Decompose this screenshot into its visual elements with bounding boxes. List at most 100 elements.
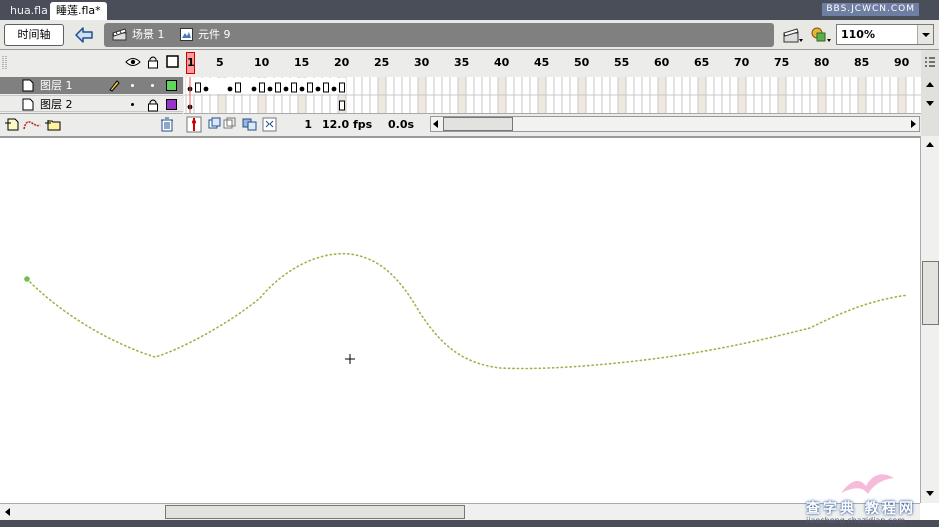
end-frame-marker <box>235 82 241 93</box>
breadcrumb-scene[interactable]: 场景 1 <box>132 23 165 47</box>
frames-grid[interactable] <box>184 77 921 113</box>
breadcrumb: 场景 1 元件 9 <box>104 23 774 47</box>
lock-icon[interactable] <box>147 98 159 112</box>
end-frame-marker <box>259 82 265 93</box>
layer-tools <box>0 113 183 135</box>
modify-onion-markers-icon[interactable] <box>262 117 278 132</box>
keyframe-dot <box>267 86 273 92</box>
ruler-label: 20 <box>334 56 350 69</box>
ruler-label: 65 <box>694 56 710 69</box>
registration-crosshair-icon[interactable] <box>345 354 355 364</box>
timeline-vertical-scrollbar[interactable] <box>921 50 939 136</box>
ruler-label: 90 <box>894 56 910 69</box>
frame-rate[interactable]: 12.0 fps <box>322 116 378 134</box>
path-start-point[interactable] <box>24 276 30 282</box>
ruler-label: 70 <box>734 56 750 69</box>
layer-row-1[interactable]: 图层 1 <box>0 77 183 94</box>
lock-icon[interactable] <box>147 55 159 69</box>
ruler-label: 75 <box>774 56 790 69</box>
arrow-up-icon[interactable] <box>925 80 935 90</box>
timeline-toggle-button[interactable]: 时间轴 <box>4 24 64 46</box>
edit-symbol-icon[interactable] <box>808 24 834 46</box>
arrow-left-icon[interactable] <box>4 508 12 516</box>
scroll-thumb[interactable] <box>165 505 465 519</box>
scroll-thumb[interactable] <box>443 117 513 131</box>
end-frame-marker <box>339 82 345 93</box>
watermark-url: jiaocheng.chazidian.com <box>806 516 906 525</box>
ruler-label: 1 <box>187 56 195 69</box>
arrow-down-icon[interactable] <box>925 98 935 108</box>
ruler-label: 40 <box>494 56 510 69</box>
current-frame: 1 <box>304 118 312 131</box>
timeline-options-icon[interactable] <box>924 56 936 70</box>
end-frame-marker <box>291 82 297 93</box>
keyframe-dot <box>315 86 321 92</box>
layer-page-icon <box>22 79 34 92</box>
arrow-right-icon[interactable] <box>909 120 917 128</box>
timeline-status-bar: 1 12.0 fps 0.0s <box>184 113 921 135</box>
end-frame-marker <box>339 100 345 111</box>
ruler-label: 55 <box>614 56 630 69</box>
layer-outline-color[interactable] <box>166 99 177 110</box>
keyframe-dot <box>283 86 289 92</box>
motion-guide-path[interactable] <box>26 252 909 370</box>
ruler-label: 45 <box>534 56 550 69</box>
breadcrumb-symbol[interactable]: 元件 9 <box>198 23 231 47</box>
edit-multiple-frames-icon[interactable] <box>242 117 258 132</box>
edit-scene-icon[interactable] <box>780 24 806 46</box>
edit-bar: 时间轴 场景 1 元件 9 110% <box>0 20 939 50</box>
eye-icon[interactable] <box>125 57 141 67</box>
ruler-label: 15 <box>294 56 310 69</box>
pencil-icon <box>109 80 120 92</box>
arrow-left-icon[interactable] <box>432 120 440 128</box>
watermark-top: BBS.JCWCN.COM <box>822 3 919 16</box>
document-tab-bar: hua.fla 睡莲.fla* BBS.JCWCN.COM <box>0 0 939 20</box>
watermark-bottom: 查字典 教程网 jiaocheng.chazidian.com <box>800 474 936 527</box>
ruler-label: 35 <box>454 56 470 69</box>
add-motion-guide-icon[interactable] <box>22 117 42 131</box>
watermark-bird-logo-icon <box>841 474 894 494</box>
stage-vertical-scrollbar[interactable] <box>920 136 939 503</box>
lock-dot-icon[interactable] <box>150 83 155 88</box>
visibility-dot-icon[interactable] <box>130 83 135 88</box>
layer-row-2[interactable]: 图层 2 <box>0 95 183 112</box>
layer-header <box>0 50 183 76</box>
stage-horizontal-scrollbar[interactable] <box>0 503 920 520</box>
ruler-label: 5 <box>216 56 224 69</box>
bottom-panel-strip <box>0 520 939 527</box>
keyframe-dot <box>331 86 337 92</box>
layer-outline-color[interactable] <box>166 80 177 91</box>
onion-skin-icons[interactable] <box>208 117 238 132</box>
timeline-panel: 图层 1 图层 2 1 5 10 15 20 25 30 35 40 45 50… <box>0 50 939 136</box>
end-frame-marker <box>275 82 281 93</box>
keyframe-dot <box>299 86 305 92</box>
ruler-label: 30 <box>414 56 430 69</box>
end-frame-marker <box>307 82 313 93</box>
layer-name: 图层 1 <box>40 79 73 92</box>
insert-folder-icon[interactable] <box>44 117 62 131</box>
end-frame-marker <box>195 82 201 93</box>
outline-square-icon[interactable] <box>166 55 179 68</box>
zoom-dropdown[interactable]: 110% <box>836 24 934 45</box>
keyframe-dot <box>227 86 233 92</box>
trash-icon[interactable] <box>160 117 174 132</box>
tab-shuilian-fla[interactable]: 睡莲.fla* <box>50 2 107 20</box>
ruler-label: 85 <box>854 56 870 69</box>
ruler-label: 60 <box>654 56 670 69</box>
layers-pane: 图层 1 图层 2 <box>0 50 183 136</box>
elapsed-time: 0.0s <box>388 118 415 131</box>
timeline-horizontal-scrollbar[interactable] <box>430 116 920 132</box>
visibility-dot-icon[interactable] <box>130 102 135 107</box>
back-arrow-icon[interactable] <box>72 24 96 46</box>
watermark-text: 查字典 教程网 <box>806 501 916 517</box>
stage-canvas[interactable] <box>0 136 920 503</box>
tab-hua-fla[interactable]: hua.fla <box>4 2 54 20</box>
arrow-up-icon[interactable] <box>925 140 935 150</box>
frame-ruler[interactable]: 1 5 10 15 20 25 30 35 40 45 50 55 60 65 70 75 80 85 90 <box>184 50 921 76</box>
grip-icon[interactable] <box>2 55 8 71</box>
scroll-thumb[interactable] <box>922 261 939 325</box>
chevron-down-icon[interactable] <box>917 25 933 44</box>
ruler-label: 10 <box>254 56 270 69</box>
center-frame-icon[interactable] <box>186 116 202 133</box>
insert-layer-icon[interactable] <box>4 117 20 131</box>
